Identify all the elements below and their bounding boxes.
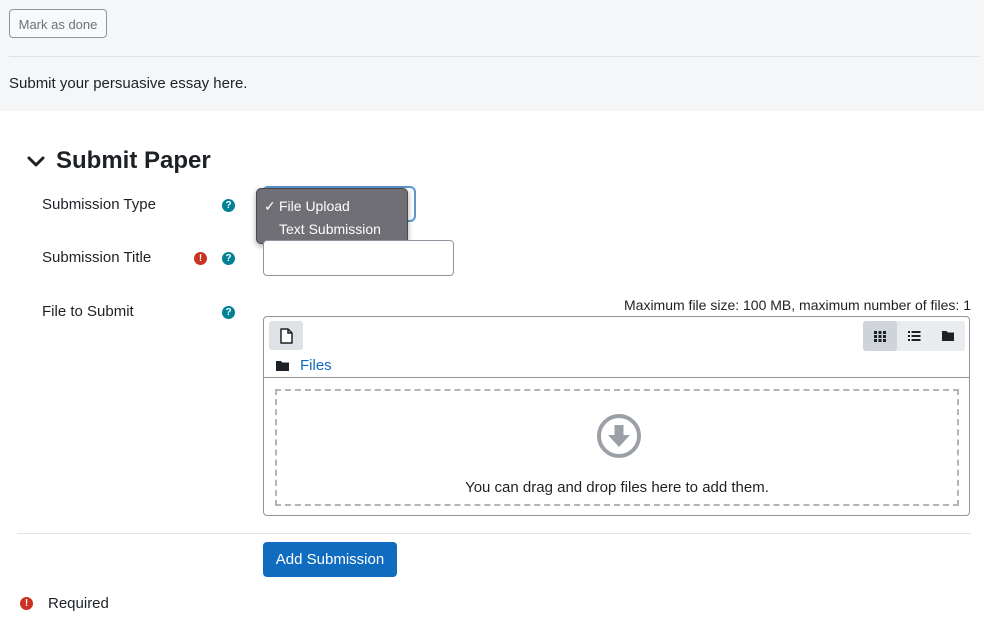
add-submission-button[interactable]: Add Submission (263, 542, 397, 577)
section-title: Submit Paper (56, 147, 211, 174)
submission-title-input[interactable] (263, 240, 454, 276)
view-list-button[interactable] (897, 321, 931, 351)
submission-type-label: Submission Type (42, 196, 156, 213)
folder-icon (942, 331, 954, 341)
dropdown-option-text-submission[interactable]: Text Submission (257, 218, 409, 240)
folder-icon (276, 361, 289, 371)
required-icon: ! (194, 252, 207, 265)
form-divider (17, 533, 971, 534)
dropdown-option-file-upload[interactable]: ✓ File Upload (257, 195, 409, 217)
header-divider (9, 56, 979, 57)
option-label: File Upload (279, 198, 350, 214)
list-icon (908, 331, 921, 341)
activity-header: Mark as done Submit your persuasive essa… (0, 0, 984, 111)
dropzone-text: You can drag and drop files here to add … (465, 479, 769, 496)
submission-title-label: Submission Title (42, 249, 152, 266)
required-legend-label: Required (48, 595, 109, 612)
grid-icon (874, 331, 886, 342)
required-icon: ! (20, 597, 33, 610)
file-to-submit-label: File to Submit (42, 303, 134, 320)
view-toggle-group (863, 321, 965, 351)
chevron-down-icon[interactable] (26, 151, 46, 171)
max-file-info: Maximum file size: 100 MB, maximum numbe… (624, 297, 971, 313)
file-manager-divider (264, 377, 969, 378)
checkmark-icon: ✓ (264, 198, 276, 214)
add-file-button[interactable] (269, 321, 303, 350)
download-arrow-icon (597, 414, 641, 458)
help-icon[interactable]: ? (222, 306, 235, 319)
submission-type-dropdown: ✓ File Upload Text Submission (256, 188, 408, 244)
file-dropzone[interactable]: You can drag and drop files here to add … (275, 389, 959, 506)
file-icon (280, 328, 293, 344)
activity-description: Submit your persuasive essay here. (9, 75, 248, 92)
help-icon[interactable]: ? (222, 252, 235, 265)
section-header[interactable]: Submit Paper (26, 147, 211, 175)
option-label: Text Submission (279, 221, 381, 237)
view-tree-button[interactable] (931, 321, 965, 351)
mark-as-done-button[interactable]: Mark as done (9, 9, 107, 38)
view-icons-button[interactable] (863, 321, 897, 351)
file-manager: Files You can drag and drop files here t… (263, 316, 970, 516)
breadcrumb-files-link[interactable]: Files (300, 357, 332, 374)
help-icon[interactable]: ? (222, 199, 235, 212)
